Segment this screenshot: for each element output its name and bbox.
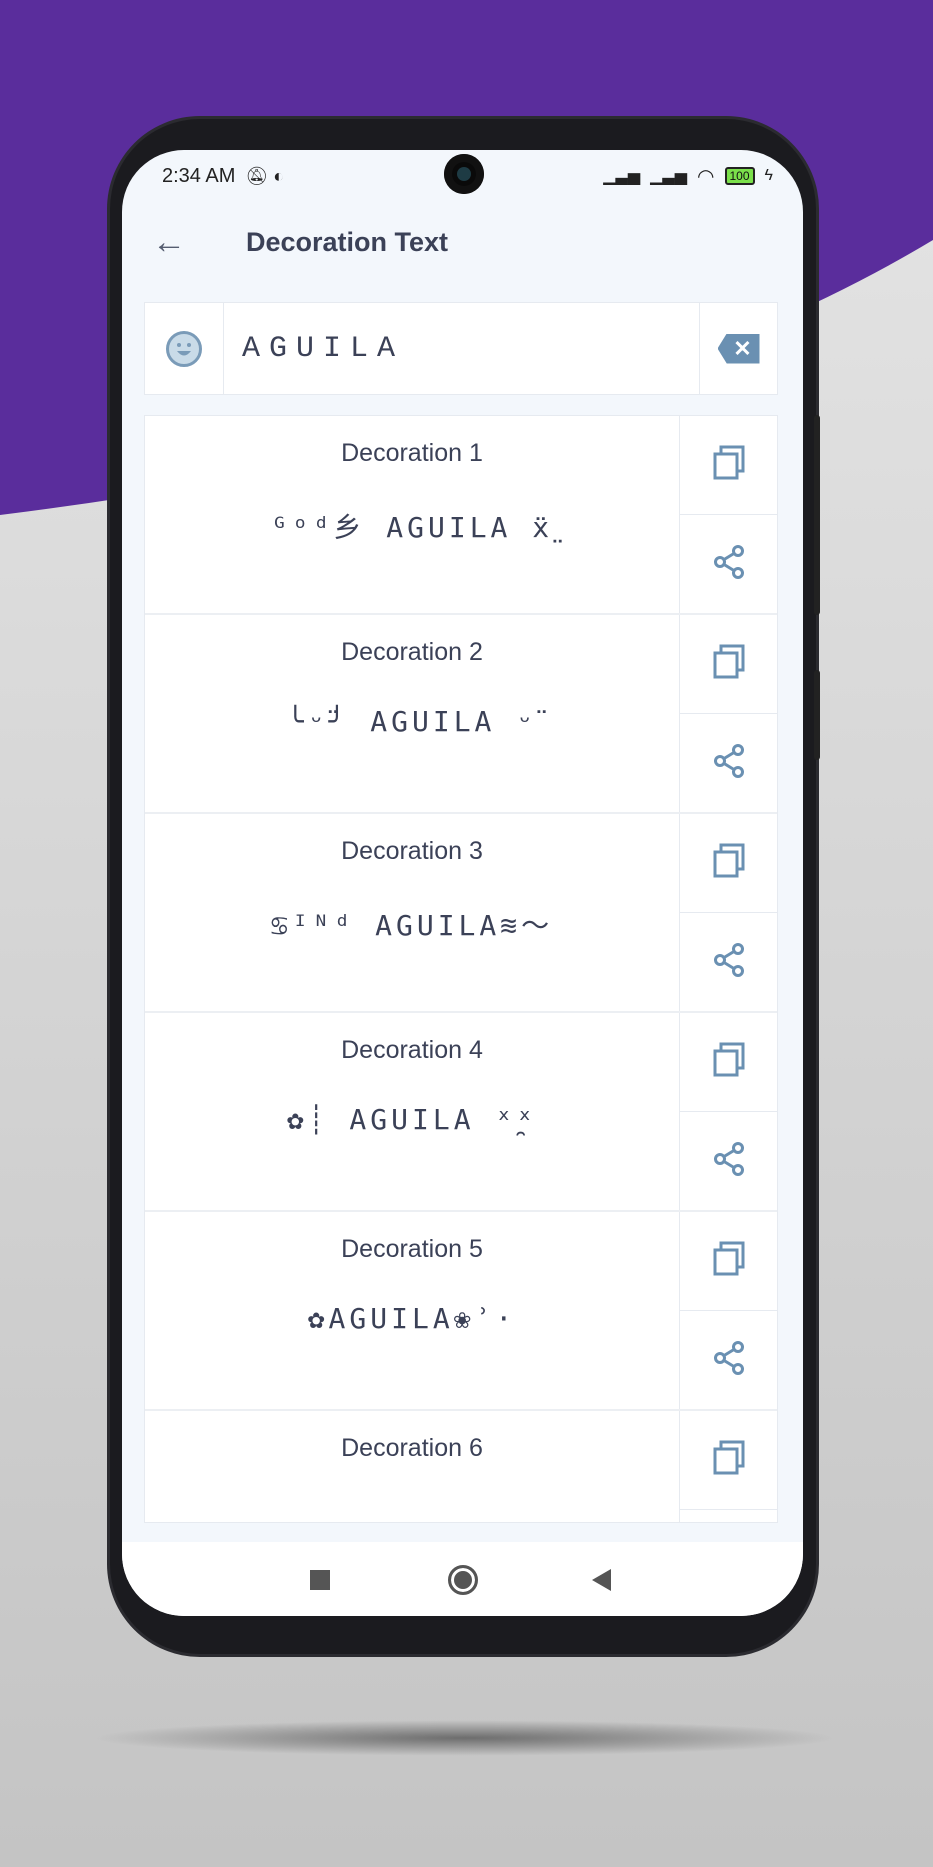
share-icon [713, 544, 745, 585]
decoration-card: Decoration 3 ♋ᴵᴺᵈ AGUILA≋〜 [145, 814, 777, 1013]
copy-icon [712, 843, 746, 884]
decoration-body[interactable]: Decoration 3 ♋ᴵᴺᵈ AGUILA≋〜 [145, 814, 679, 1011]
decoration-actions [679, 1212, 777, 1409]
decoration-name: Decoration 4 [341, 1036, 483, 1064]
arrow-left-icon[interactable]: ← [152, 223, 186, 262]
decoration-name: Decoration 5 [341, 1235, 483, 1263]
square-icon[interactable] [310, 1570, 330, 1590]
decoration-name: Decoration 6 [341, 1434, 483, 1462]
decoration-card: Decoration 2 ╰ᵕ̈╯ AGUILA ᵕ̈ [145, 615, 777, 814]
text-input[interactable] [224, 303, 699, 394]
decoration-card: Decoration 1 ᴳᵒᵈ乡 AGUILA ẍ̤ [145, 416, 777, 615]
clear-button[interactable]: ✕ [699, 303, 777, 394]
decoration-actions [679, 1013, 777, 1210]
decorated-text: ✿AGUILA❀ʾ· [307, 1302, 517, 1335]
page-title: Decoration Text [246, 226, 449, 257]
decoration-actions [679, 416, 777, 613]
share-button[interactable] [680, 1510, 777, 1522]
copy-icon [712, 1440, 746, 1481]
decoration-card: Decoration 6 [145, 1411, 777, 1522]
copy-button[interactable] [680, 1212, 777, 1311]
circle-icon[interactable] [448, 1565, 478, 1595]
copy-button[interactable] [680, 814, 777, 913]
decorated-text: ✿┊ AGUILA ˣ̯ˣ [286, 1103, 538, 1136]
decoration-body[interactable]: Decoration 4 ✿┊ AGUILA ˣ̯ˣ [145, 1013, 679, 1210]
charging-icon: ϟ [764, 167, 773, 184]
decoration-actions [679, 1411, 777, 1522]
copy-icon [712, 644, 746, 685]
side-button [814, 670, 820, 760]
share-button[interactable] [680, 515, 777, 613]
decoration-body[interactable]: Decoration 5 ✿AGUILA❀ʾ· [145, 1212, 679, 1409]
share-icon [713, 743, 745, 784]
side-button [814, 415, 820, 615]
copy-button[interactable] [680, 1013, 777, 1112]
system-nav-bar [122, 1542, 803, 1616]
share-button[interactable] [680, 913, 777, 1011]
triangle-back-icon[interactable] [592, 1569, 611, 1591]
copy-button[interactable] [680, 615, 777, 714]
share-icon [713, 942, 745, 983]
decoration-body[interactable]: Decoration 1 ᴳᵒᵈ乡 AGUILA ẍ̤ [145, 416, 679, 613]
copy-icon [712, 1241, 746, 1282]
backspace-icon: ✕ [717, 333, 760, 364]
mute-icon: 🔕︎ ◐ [245, 165, 285, 186]
signal-icon: ▁▃▅ [650, 168, 688, 185]
copy-icon [712, 445, 746, 486]
emoji-button[interactable] [145, 303, 224, 394]
share-button[interactable] [680, 1112, 777, 1210]
share-button[interactable] [680, 714, 777, 812]
share-button[interactable] [680, 1311, 777, 1409]
decoration-card: Decoration 5 ✿AGUILA❀ʾ· [145, 1212, 777, 1411]
status-time: 2:34 AM [162, 164, 236, 187]
decoration-list: Decoration 1 ᴳᵒᵈ乡 AGUILA ẍ̤ Decoration 2… [144, 415, 778, 1523]
text-input-row: ✕ [144, 302, 778, 395]
wifi-icon: ◠ [697, 165, 715, 188]
decoration-body[interactable]: Decoration 6 [145, 1411, 679, 1522]
decoration-name: Decoration 1 [341, 439, 483, 467]
decorated-text: ╰ᵕ̈╯ AGUILA ᵕ̈ [286, 705, 538, 738]
decoration-actions [679, 615, 777, 812]
front-camera [444, 154, 484, 194]
decoration-body[interactable]: Decoration 2 ╰ᵕ̈╯ AGUILA ᵕ̈ [145, 615, 679, 812]
decoration-name: Decoration 3 [341, 837, 483, 865]
copy-icon [712, 1042, 746, 1083]
decoration-name: Decoration 2 [341, 638, 483, 666]
signal-icon: ▁▃▅ [603, 168, 641, 185]
decorated-text: ♋ᴵᴺᵈ AGUILA≋〜 [270, 909, 554, 942]
decorated-text: ᴳᵒᵈ乡 AGUILA ẍ̤ [270, 511, 554, 544]
share-icon [713, 1340, 745, 1381]
battery-icon: 100 [724, 167, 755, 185]
copy-button[interactable] [680, 416, 777, 515]
smiley-icon [166, 330, 202, 367]
screen: 2:34 AM 🔕︎ ◐ ▁▃▅ ▁▃▅ ◠ 100 ϟ ← Decoratio… [122, 150, 803, 1616]
share-icon [713, 1141, 745, 1182]
app-bar: ← Decoration Text [122, 210, 803, 274]
decoration-actions [679, 814, 777, 1011]
decoration-card: Decoration 4 ✿┊ AGUILA ˣ̯ˣ [145, 1013, 777, 1212]
phone-shadow [90, 1720, 840, 1756]
copy-button[interactable] [680, 1411, 777, 1510]
